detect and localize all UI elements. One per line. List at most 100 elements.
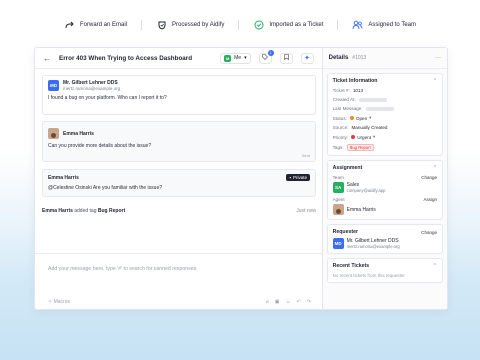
more-options-icon[interactable]: ···: [435, 55, 441, 61]
field-label: Agent: [332, 197, 345, 202]
section-header[interactable]: Recent Tickets ⌃: [333, 263, 437, 269]
forward-arrow-icon: [64, 20, 75, 31]
chevron-up-icon[interactable]: ⌃: [433, 263, 437, 269]
field-label: Ticket #:: [332, 88, 350, 93]
bookmark-button[interactable]: [279, 52, 293, 64]
message-agent: Emma Harris Can you provide more details…: [42, 121, 316, 162]
details-header: Details #1013 ···: [322, 48, 447, 69]
section-header[interactable]: Ticket Information ⌃: [333, 78, 437, 84]
agent-label-row: Agent Assign: [333, 197, 437, 202]
flow-divider: [337, 20, 339, 30]
status-select[interactable]: Open ▾: [349, 115, 372, 121]
flow-step-label: Processed by Aidify: [172, 22, 225, 28]
team-email: company@aidify.app: [346, 188, 386, 193]
flow-divider: [141, 20, 143, 30]
sparkle-icon: ✧: [48, 299, 53, 305]
message-status: Sent: [301, 153, 310, 158]
team-avatar: SA: [332, 182, 344, 193]
priority-value: Urgent: [357, 134, 371, 140]
flow-step-imported: Imported as a Ticket: [253, 20, 323, 31]
team-icon: [352, 20, 363, 31]
tag-chip[interactable]: Bug Report: [346, 144, 374, 151]
avatar: [48, 128, 59, 139]
message-private-note: Emma Harris ▪ Private @Celestine Osinski…: [42, 169, 316, 197]
flow-step-forward: Forward an Email: [64, 20, 127, 31]
image-icon[interactable]: ▣: [275, 299, 280, 305]
requester-section: Requester Change MD Mr. Gilbert Lehner D…: [326, 224, 443, 254]
activity-time: Just now: [296, 208, 316, 214]
priority-select[interactable]: Urgent ▾: [351, 134, 375, 140]
conversation-panel: ← Error 403 When Trying to Access Dashbo…: [35, 48, 324, 309]
field-label: Source:: [332, 125, 349, 130]
team-info: Sales company@aidify.app: [347, 182, 386, 193]
field-label: Created At:: [332, 97, 356, 102]
recent-tickets-section: Recent Tickets ⌃ No recent tickets from …: [326, 258, 443, 283]
back-arrow-icon[interactable]: ←: [43, 54, 51, 63]
section-title: Assignment: [332, 165, 363, 171]
reply-composer[interactable]: Add your message here, type '#' to searc…: [35, 253, 324, 309]
reply-input-placeholder[interactable]: Add your message here, type '#' to searc…: [48, 266, 198, 272]
tag-icon: [262, 54, 269, 62]
agent-name: Emma Harris: [346, 206, 376, 213]
redo-icon[interactable]: ↷: [307, 299, 311, 305]
check-circle-icon: [253, 20, 264, 31]
assign-agent-button[interactable]: Assign: [423, 197, 437, 202]
field-label: Status:: [332, 115, 347, 121]
activity-tag: Bug Report: [97, 208, 126, 214]
chevron-up-icon[interactable]: ⌃: [433, 165, 437, 171]
requester-email: mertz.ramona@example.org: [346, 244, 400, 249]
redacted-value: [365, 106, 394, 111]
ticket-title: Error 403 When Trying to Access Dashboar…: [59, 54, 193, 62]
section-title: Recent Tickets: [332, 263, 370, 269]
details-panel: Details #1013 ··· Ticket Information ⌃ T…: [322, 48, 447, 309]
undo-icon[interactable]: ↶: [297, 299, 301, 305]
lock-icon: ▪: [289, 175, 291, 180]
requester-card: MD Mr. Gilbert Lehner DDS mertz.ramona@e…: [332, 238, 437, 249]
ai-assist-button[interactable]: ✦: [300, 52, 314, 64]
flow-step-processed: Processed by Aidify: [156, 20, 224, 31]
field-label: Priority:: [332, 134, 349, 140]
requester-info: Mr. Gilbert Lehner DDS mertz.ramona@exam…: [347, 238, 400, 249]
shield-icon: [156, 20, 167, 31]
created-row: Created At:: [333, 97, 437, 102]
ticket-id: #1013: [352, 55, 367, 61]
section-header: Requester Change: [333, 229, 437, 235]
source-row: Source: Manually Created: [333, 125, 437, 130]
activity-actor: Emma Harris: [42, 208, 73, 214]
emoji-icon[interactable]: ☺: [285, 299, 290, 305]
message-body: I found a bug on your platform. Who can …: [48, 95, 167, 101]
macros-label: Macros: [53, 299, 70, 305]
chevron-up-icon[interactable]: ⌃: [433, 78, 437, 84]
field-label: Last Message:: [332, 106, 363, 111]
assignee-dropdown[interactable]: M Me ▾: [220, 52, 251, 64]
section-header[interactable]: Assignment ⌃: [333, 165, 437, 171]
macros-button[interactable]: ✧ Macros: [48, 299, 70, 305]
empty-state-text: No recent tickets from this requester: [332, 273, 405, 278]
workflow-bar: Forward an Email Processed by Aidify Imp…: [0, 8, 480, 42]
message-header: Emma Harris: [43, 122, 315, 143]
change-team-button[interactable]: Change: [421, 175, 437, 180]
field-value: 1013: [352, 88, 364, 93]
sparkle-icon: ✦: [304, 55, 311, 62]
reply-toolbar: ✧ Macros ⌀ ▣ ☺ ↶ ↷: [48, 299, 311, 305]
field-value: Manually Created: [351, 125, 388, 130]
attach-icon[interactable]: ⌀: [266, 299, 269, 305]
agent-avatar: [332, 204, 344, 215]
section-title: Requester: [332, 229, 358, 235]
requester-avatar: MD: [332, 238, 344, 249]
tags-row: Tags: Bug Report: [333, 144, 437, 151]
sender-info: Mr. Gilbert Lehner DDS mertz.ramona@exam…: [63, 80, 120, 91]
flow-divider: [238, 20, 240, 30]
message-body: @Celestine Osinski Are you familiar with…: [48, 185, 163, 191]
tag-button[interactable]: 1: [258, 49, 274, 64]
chevron-down-icon: ▾: [369, 115, 372, 120]
message-body: Can you provide more details about the i…: [48, 143, 152, 149]
activity-text: Emma Harris added tag Bug Report: [42, 208, 125, 214]
change-requester-button[interactable]: Change: [421, 230, 437, 235]
flow-step-label: Imported as a Ticket: [269, 22, 324, 28]
assignee-label: Me: [234, 55, 242, 61]
chevron-down-icon: ▾: [244, 55, 247, 61]
flow-step-assigned: Assigned to Team: [352, 20, 416, 31]
ticket-header: ← Error 403 When Trying to Access Dashbo…: [35, 48, 322, 69]
flow-step-label: Assigned to Team: [368, 22, 416, 28]
